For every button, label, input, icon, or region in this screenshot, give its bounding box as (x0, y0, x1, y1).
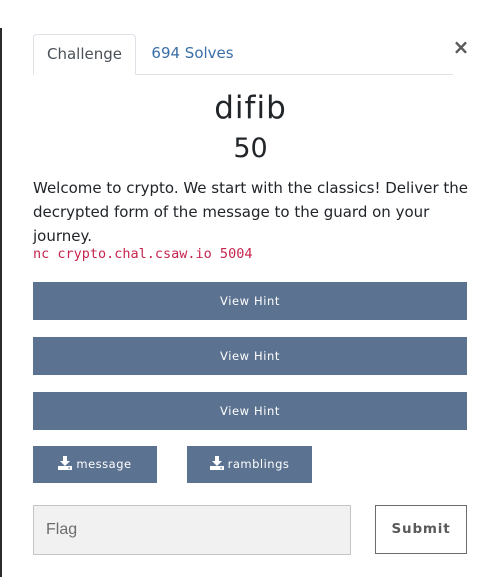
tab-solves[interactable]: 694 Solves (145, 34, 240, 74)
challenge-name: difib (214, 90, 287, 126)
view-hint-button-3[interactable]: View Hint (33, 392, 467, 430)
close-button[interactable]: × (452, 34, 470, 60)
download-icon (58, 456, 73, 470)
view-hint-button-1[interactable]: View Hint (33, 282, 467, 320)
challenge-value: 50 (233, 133, 268, 164)
download-message-label: message (76, 457, 132, 471)
close-icon: × (452, 35, 470, 59)
flag-input[interactable] (33, 505, 351, 555)
page-top-edge (0, 0, 499, 28)
download-ramblings-label: ramblings (227, 457, 290, 471)
challenge-modal: × Challenge 694 Solves difib 50 Welcome … (2, 28, 499, 577)
submit-button[interactable]: Submit (375, 505, 467, 554)
connection-command: nc crypto.chal.csaw.io 5004 (33, 246, 253, 262)
challenge-tabs: Challenge 694 Solves (33, 34, 453, 75)
download-ramblings-button[interactable]: ramblings (187, 446, 312, 483)
tab-challenge[interactable]: Challenge (33, 34, 136, 75)
download-icon (209, 456, 224, 470)
view-hint-button-2[interactable]: View Hint (33, 337, 467, 375)
challenge-description: Welcome to crypto. We start with the cla… (33, 179, 468, 245)
download-message-button[interactable]: message (33, 446, 157, 483)
